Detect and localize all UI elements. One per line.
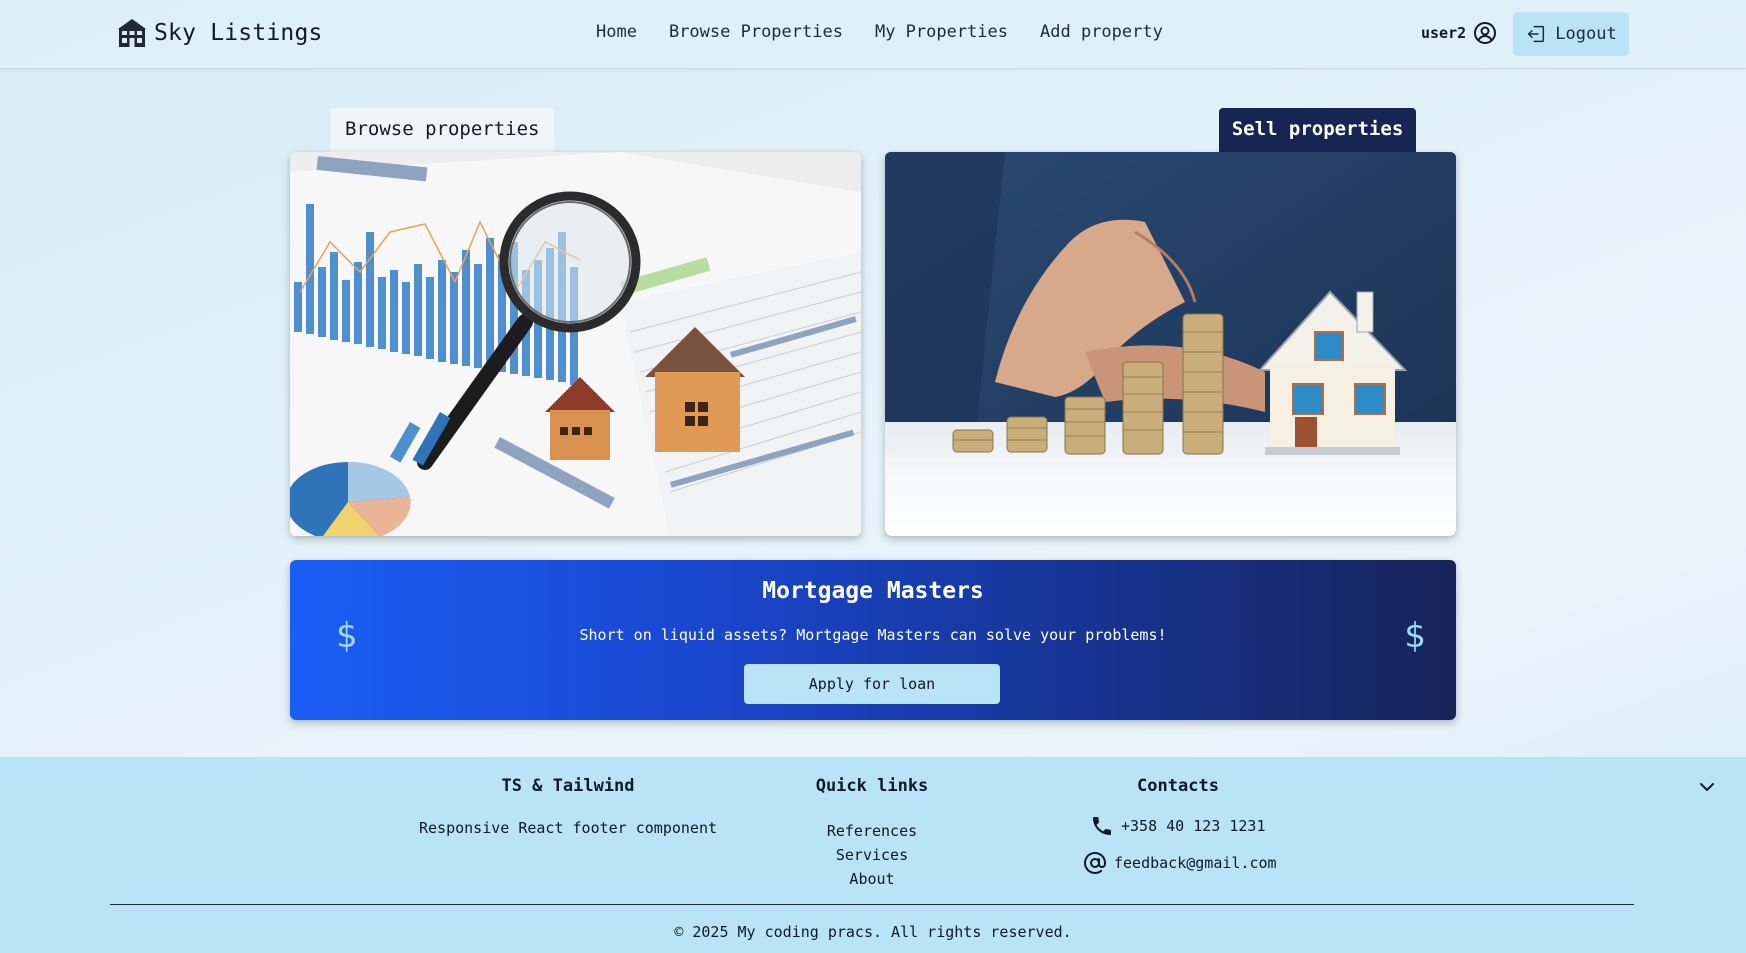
footer-title-ts-tailwind: TS & Tailwind — [501, 776, 635, 796]
footer-quick-links: References Services About — [827, 819, 917, 891]
charts-magnifier-houses-illustration — [290, 152, 861, 536]
sell-properties-image[interactable] — [885, 152, 1456, 536]
nav-my-properties[interactable]: My Properties — [875, 22, 1008, 42]
dollar-icon: $ — [1404, 616, 1426, 656]
mortgage-description: Short on liquid assets? Mortgage Masters… — [579, 626, 1167, 644]
apply-for-loan-button[interactable]: Apply for loan — [744, 664, 1000, 704]
mortgage-banner: $ Mortgage Masters Short on liquid asset… — [290, 560, 1456, 720]
coins-house-illustration — [885, 152, 1456, 536]
footer-link-services[interactable]: Services — [827, 843, 917, 867]
browse-properties-image[interactable] — [290, 152, 861, 536]
top-navbar: Sky Listings Home Browse Properties My P… — [0, 0, 1746, 69]
footer-title-contacts: Contacts — [1137, 776, 1219, 796]
email-address: feedback@gmail.com — [1114, 854, 1277, 872]
tab-browse-properties[interactable]: Browse properties — [330, 108, 555, 152]
footer-title-quick-links: Quick links — [815, 776, 929, 796]
nav-add-property[interactable]: Add property — [1040, 22, 1163, 42]
chevron-down-icon[interactable] — [1697, 777, 1717, 797]
footer-description: Responsive React footer component — [418, 819, 718, 837]
footer-link-about[interactable]: About — [827, 867, 917, 891]
footer-email[interactable]: feedback@gmail.com — [1083, 851, 1277, 875]
tab-sell-properties[interactable]: Sell properties — [1219, 108, 1416, 152]
footer-phone[interactable]: +358 40 123 1231 — [1090, 814, 1266, 838]
logout-button[interactable]: Logout — [1513, 12, 1629, 56]
brand[interactable]: Sky Listings — [118, 18, 323, 48]
nav-browse-properties[interactable]: Browse Properties — [669, 22, 843, 42]
footer-link-references[interactable]: References — [827, 819, 917, 843]
house-icon — [118, 19, 146, 47]
brand-name: Sky Listings — [154, 20, 323, 46]
nav-home[interactable]: Home — [596, 22, 637, 42]
copyright: © 2025 My coding pracs. All rights reser… — [674, 923, 1072, 941]
user-menu[interactable]: user2 — [1421, 21, 1497, 45]
main-nav: Home Browse Properties My Properties Add… — [596, 22, 1163, 42]
logout-label: Logout — [1555, 24, 1617, 44]
footer: TS & Tailwind Quick links Contacts Respo… — [0, 757, 1746, 953]
username: user2 — [1421, 24, 1467, 42]
at-sign-icon — [1084, 851, 1106, 874]
mortgage-title: Mortgage Masters — [762, 578, 984, 604]
phone-number: +358 40 123 1231 — [1121, 817, 1266, 835]
user-circle-icon — [1474, 22, 1497, 44]
logout-icon — [1528, 25, 1545, 43]
phone-icon — [1093, 817, 1111, 835]
footer-divider — [110, 904, 1634, 905]
